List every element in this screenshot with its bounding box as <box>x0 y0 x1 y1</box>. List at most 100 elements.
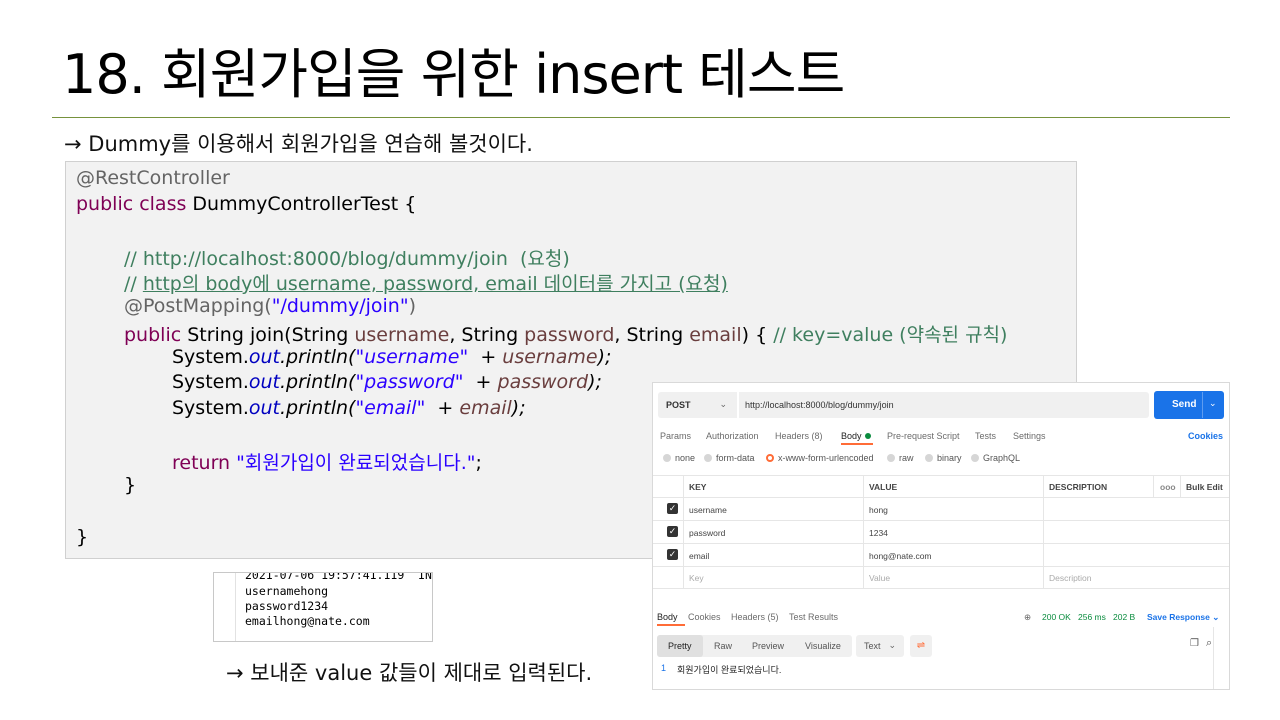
format-label: Text <box>864 641 881 651</box>
cookies-link[interactable]: Cookies <box>1188 431 1223 441</box>
console-line: password1234 <box>245 599 329 613</box>
code-text: System. <box>172 346 249 368</box>
view-mode-preview[interactable]: Preview <box>752 641 784 651</box>
code-param-email: email <box>689 324 742 346</box>
tab-headers[interactable]: Headers (8) <box>775 431 823 441</box>
globe-icon[interactable]: ⊕ <box>1024 612 1031 623</box>
view-mode-raw[interactable]: Raw <box>714 641 732 651</box>
wrap-lines-icon[interactable]: ⇌ <box>910 635 932 657</box>
console-line: 2021-07-06 19:57:41.119 IN <box>245 572 432 582</box>
row-key[interactable]: email <box>689 551 709 561</box>
code-text: System. <box>172 397 249 419</box>
more-options-icon[interactable]: ooo <box>1160 482 1176 492</box>
slide-title: 18. 회원가입을 위한 insert 테스트 <box>62 43 845 106</box>
status-code: 200 OK <box>1042 612 1071 622</box>
scrollbar[interactable] <box>1213 627 1229 689</box>
radio-label: none <box>675 453 696 463</box>
method-label: POST <box>666 400 691 410</box>
console-line: usernamehong <box>245 584 329 598</box>
code-text: ; <box>475 452 482 474</box>
body-type-binary[interactable]: binary <box>925 453 962 463</box>
tab-settings[interactable]: Settings <box>1013 431 1046 441</box>
code-text: ); <box>588 371 602 393</box>
tab-params[interactable]: Params <box>660 431 691 441</box>
bulk-edit-button[interactable]: Bulk Edit <box>1186 482 1223 492</box>
code-comment-url: // http://localhost:8000/blog/dummy/join… <box>124 248 570 270</box>
format-select[interactable]: Text ⌄ <box>856 635 904 657</box>
code-comment-body: // http의 body에 username, password, email… <box>124 269 728 296</box>
body-type-none[interactable]: none <box>663 453 695 463</box>
row-value[interactable]: hong@nate.com <box>869 551 932 561</box>
console-output: 2021-07-06 19:57:41.119 IN usernamehong … <box>213 572 433 642</box>
body-type-urlencoded[interactable]: x-www-form-urlencoded <box>766 453 874 463</box>
tab-prerequest-script[interactable]: Pre-request Script <box>887 431 960 441</box>
table-divider <box>653 543 1229 544</box>
code-param: email <box>459 397 512 419</box>
table-divider <box>683 475 684 588</box>
row-value[interactable]: 1234 <box>869 528 888 538</box>
code-param: password <box>497 371 589 393</box>
code-string: "username" <box>355 346 469 368</box>
code-return-statement: return "회원가입이 완료되었습니다."; <box>172 448 482 475</box>
column-header-value: VALUE <box>869 482 898 492</box>
row-key[interactable]: password <box>689 528 725 538</box>
tab-authorization[interactable]: Authorization <box>706 431 759 441</box>
save-response-button[interactable]: Save Response ⌄ <box>1147 612 1219 623</box>
table-divider <box>1180 475 1181 497</box>
table-divider <box>653 566 1229 567</box>
method-select[interactable]: POST ⌄ <box>658 392 738 418</box>
code-text: String join(String <box>181 324 355 346</box>
body-type-graphql[interactable]: GraphQL <box>971 453 1020 463</box>
table-divider <box>653 475 1229 476</box>
response-tab-cookies[interactable]: Cookies <box>688 612 721 622</box>
chevron-down-icon: ⌄ <box>719 399 727 409</box>
code-text: + <box>463 371 498 393</box>
column-header-description: DESCRIPTION <box>1049 482 1108 492</box>
send-label: Send <box>1172 399 1197 410</box>
response-tab-body[interactable]: Body <box>657 612 678 622</box>
code-println-password: System.out.println("password" + password… <box>172 371 602 393</box>
row-checkbox[interactable]: ✓ <box>667 549 678 560</box>
title-divider <box>52 117 1230 118</box>
new-key-input[interactable]: Key <box>689 573 704 583</box>
row-checkbox[interactable]: ✓ <box>667 503 678 514</box>
code-text: ); <box>511 397 526 419</box>
code-field: out <box>248 371 281 393</box>
code-annotation-close: ) <box>408 295 417 317</box>
code-field: out <box>248 397 281 419</box>
console-line: emailhong@nate.com <box>245 614 370 628</box>
code-annotation: @PostMapping( <box>124 295 272 317</box>
response-tab-headers[interactable]: Headers (5) <box>731 612 779 622</box>
table-divider <box>1153 475 1154 497</box>
copy-icon[interactable]: ❐ <box>1190 638 1199 649</box>
row-key[interactable]: username <box>689 505 727 515</box>
view-mode-toolbar: Pretty Raw Preview Visualize <box>657 635 852 657</box>
chevron-down-icon[interactable]: ⌄ <box>1209 398 1217 409</box>
table-divider <box>653 588 1229 589</box>
radio-icon <box>704 454 712 462</box>
code-string: "password" <box>355 371 464 393</box>
slide-subtitle: → Dummy를 이용해서 회원가입을 연습해 볼것이다. <box>64 132 533 156</box>
row-value[interactable]: hong <box>869 505 888 515</box>
code-string: "/dummy/join" <box>271 295 409 317</box>
send-button[interactable]: Send ⌄ <box>1154 391 1224 419</box>
view-mode-pretty[interactable]: Pretty <box>668 641 692 651</box>
tab-body[interactable]: Body <box>841 431 871 441</box>
url-input[interactable]: http://localhost:8000/blog/dummy/join <box>739 392 1149 418</box>
tab-tests[interactable]: Tests <box>975 431 996 441</box>
new-value-input[interactable]: Value <box>869 573 890 583</box>
view-mode-visualize[interactable]: Visualize <box>805 641 841 651</box>
row-checkbox[interactable]: ✓ <box>667 526 678 537</box>
new-description-input[interactable]: Description <box>1049 573 1092 583</box>
body-type-raw[interactable]: raw <box>887 453 914 463</box>
body-type-form-data[interactable]: form-data <box>704 453 755 463</box>
code-keyword: public <box>124 324 182 346</box>
code-class-close-brace: } <box>76 526 89 548</box>
table-divider <box>653 497 1229 498</box>
search-icon[interactable]: ⌕ <box>1206 637 1212 650</box>
radio-selected-icon <box>766 454 774 462</box>
line-number: 1 <box>661 663 667 673</box>
response-tab-test-results[interactable]: Test Results <box>789 612 838 622</box>
code-keyword: public class <box>76 193 187 215</box>
tab-headers-count: (8) <box>811 431 823 441</box>
